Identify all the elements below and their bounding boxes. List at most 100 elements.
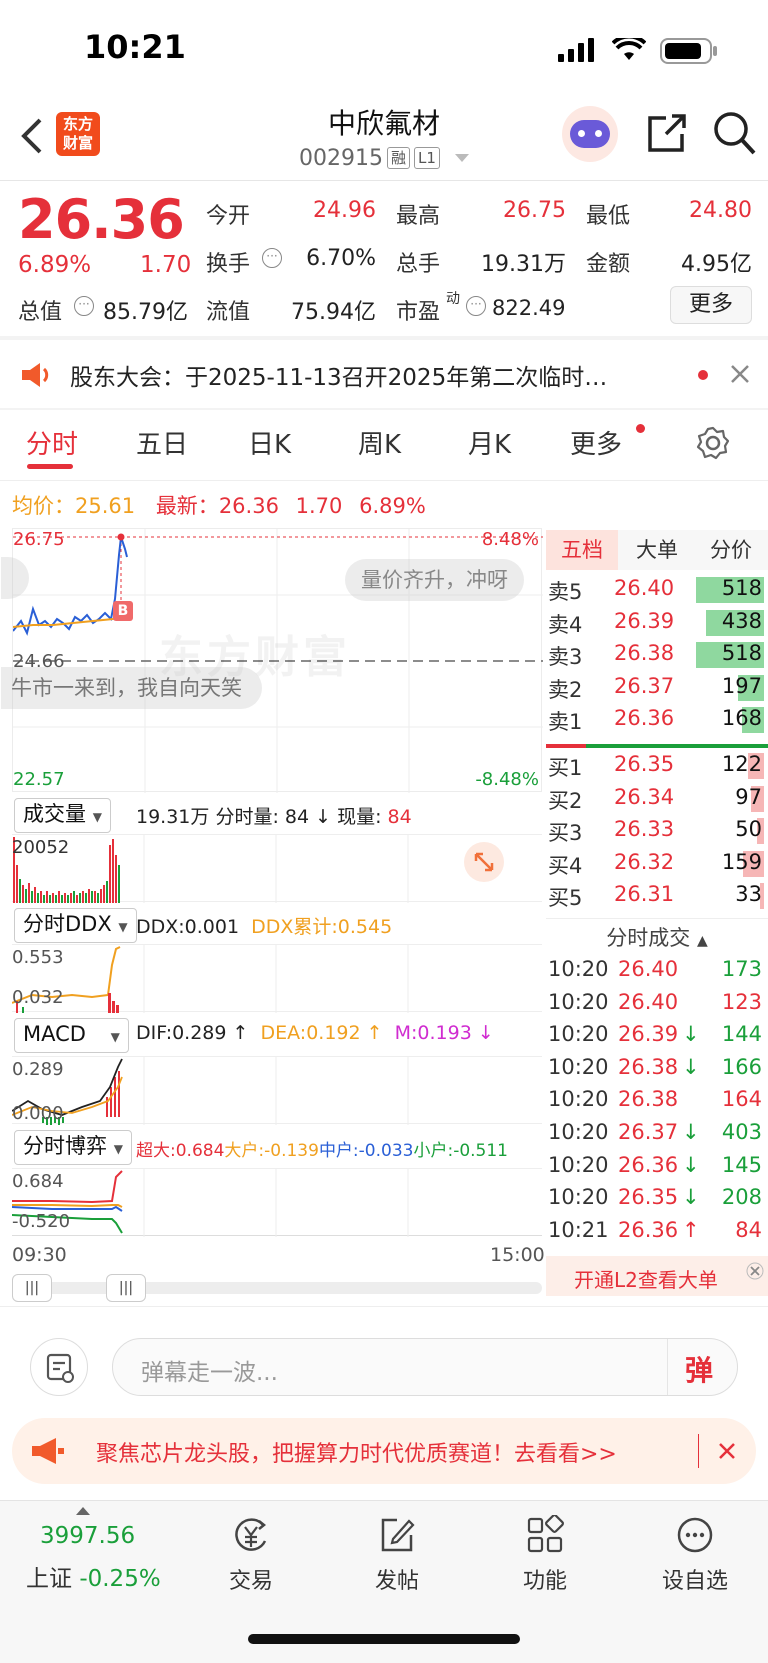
tab-monthly[interactable]: 月K	[468, 424, 511, 461]
grid-icon	[527, 1515, 564, 1553]
bargain-panel: 分时博弈 ▼ 超大:0.684大户:-0.139中户:-0.033小户:-0.5…	[11, 1124, 542, 1237]
trade-row[interactable]: 10:20 26.38 ↓ 166	[546, 1052, 768, 1086]
notice-bar[interactable]: 股东大会：于2025-11-13召开2025年第二次临时…	[0, 340, 768, 408]
ask-row[interactable]: 卖2 26.37 197	[546, 672, 768, 704]
nav-watchlist-label: 设自选	[661, 1569, 728, 1594]
danmu-settings-icon	[46, 1353, 74, 1383]
ask-row[interactable]: 卖1 26.36 168	[546, 704, 768, 736]
trade-row[interactable]: 10:20 26.36 ↓ 145	[546, 1150, 768, 1184]
y-axis-high: 26.75	[13, 529, 65, 550]
more-dots-icon[interactable]: ···	[466, 296, 486, 316]
tab-price-dist[interactable]: 分价	[694, 530, 768, 570]
trade-volume: 144	[721, 1022, 762, 1047]
dropdown-icon	[454, 154, 469, 162]
trade-row[interactable]: 10:20 26.38 164	[546, 1084, 768, 1118]
bid-row[interactable]: 买2 26.34 97	[546, 783, 768, 815]
l2-banner[interactable]: 开通L2查看大单	[546, 1256, 768, 1296]
macd-chart: 0.289 0.000	[11, 1056, 542, 1125]
close-icon[interactable]	[746, 1262, 764, 1280]
volume-select[interactable]: 成交量 ▼	[14, 798, 111, 833]
volume-ymax: 20052	[12, 837, 70, 858]
time-scrollbar[interactable]	[12, 1282, 542, 1294]
last-value: 26.36	[218, 494, 279, 518]
macd-select[interactable]: MACD ▼	[14, 1018, 129, 1053]
pct-axis-low: -8.48%	[475, 769, 539, 790]
more-button[interactable]: 更多	[670, 286, 752, 324]
promo-banner[interactable]: 聚焦芯片龙头股，把握算力时代优质赛道！去看看>>	[12, 1418, 756, 1484]
bid-row[interactable]: 买1 26.35 122	[546, 750, 768, 782]
trade-volume: 164	[721, 1087, 762, 1112]
trade-price: 26.38	[618, 1087, 679, 1112]
stock-code: 002915	[299, 146, 384, 171]
last-price: 26.36	[18, 188, 185, 251]
robot-assistant-icon[interactable]	[562, 106, 618, 162]
bid-row[interactable]: 买3 26.33 50	[546, 815, 768, 847]
scroll-handle-right[interactable]: |||	[106, 1274, 146, 1302]
ddx-select[interactable]: 分时DDX ▼	[14, 908, 137, 943]
tab-daily[interactable]: 日K	[248, 424, 291, 461]
nav-post[interactable]: 发帖	[342, 1515, 452, 1595]
trade-row[interactable]: 10:20 26.40 173	[546, 954, 768, 988]
level-volume: 97	[735, 784, 762, 809]
trade-direction: ↓	[682, 1022, 700, 1047]
nav-watchlist[interactable]: 设自选	[640, 1515, 750, 1595]
last-change: 1.70	[295, 494, 343, 518]
trade-row[interactable]: 10:20 26.35 ↓ 208	[546, 1182, 768, 1216]
tab-intraday[interactable]: 分时	[26, 424, 78, 461]
buy-marker[interactable]: B	[113, 601, 133, 621]
tab-more[interactable]: 更多	[570, 424, 622, 461]
comment-bar: 弹幕走一波... 弹	[0, 1328, 768, 1406]
danmu-list-button[interactable]	[30, 1338, 88, 1396]
low-value: 24.80	[689, 198, 752, 223]
index-row[interactable]: 上证 -0.25%	[26, 1559, 161, 1593]
share-icon[interactable]	[646, 112, 688, 154]
trade-row[interactable]: 10:21 26.36 ↑ 84	[546, 1215, 768, 1249]
amount-label: 金额	[586, 252, 631, 277]
level-label: 卖4	[548, 612, 583, 637]
trade-row[interactable]: 10:20 26.39 ↓ 144	[546, 1019, 768, 1053]
close-icon[interactable]	[718, 1442, 736, 1460]
high-value: 26.75	[503, 198, 566, 223]
bargain-select[interactable]: 分时博弈 ▼	[14, 1130, 132, 1165]
trade-volume: 403	[721, 1120, 762, 1144]
tab-big-orders[interactable]: 大单	[622, 530, 692, 570]
high-label: 最高	[396, 204, 441, 229]
tab-five-day[interactable]: 五日	[136, 424, 188, 461]
index-value[interactable]: 3997.56	[40, 1523, 135, 1549]
turnover-value: 6.70%	[306, 246, 376, 271]
volume-now-label: 现量:	[337, 806, 388, 828]
close-icon[interactable]	[730, 364, 750, 384]
gear-icon[interactable]	[696, 426, 730, 460]
nav-function[interactable]: 功能	[490, 1515, 600, 1595]
search-icon[interactable]	[712, 110, 756, 156]
trade-row[interactable]: 10:20 26.37 ↓ 403	[546, 1117, 768, 1151]
more-dots-icon[interactable]: ···	[262, 248, 282, 268]
turnover-label: 换手	[206, 252, 251, 277]
expand-icon[interactable]	[464, 842, 504, 882]
ask-row[interactable]: 卖5 26.40 518	[546, 574, 768, 606]
trades-header[interactable]: 分时成交 ▲	[546, 922, 768, 952]
danmu-toggle[interactable]: 弹	[685, 1349, 713, 1389]
pct-axis-high: 8.48%	[481, 529, 539, 550]
trade-price: 26.36	[618, 1217, 679, 1242]
comment-input[interactable]: 弹幕走一波... 弹	[112, 1338, 738, 1396]
bid-row[interactable]: 买4 26.32 159	[546, 848, 768, 880]
level-volume: 438	[721, 608, 762, 633]
level-volume: 168	[721, 706, 762, 730]
tab-five-level[interactable]: 五档	[546, 530, 618, 570]
danmu-bubble: 牛市一来到，我自向天笑	[1, 667, 262, 709]
volume-panel: 成交量 ▼ 19.31万 分时量: 84 ↓ 现量: 84 20052	[12, 794, 542, 903]
trade-time: 10:20	[548, 1022, 609, 1047]
scroll-handle-left[interactable]: |||	[12, 1274, 52, 1302]
tab-weekly[interactable]: 周K	[358, 424, 401, 461]
level-price: 26.37	[614, 673, 675, 698]
ask-row[interactable]: 卖4 26.39 438	[546, 607, 768, 639]
trade-row[interactable]: 10:20 26.40 123	[546, 987, 768, 1021]
ask-row[interactable]: 卖3 26.38 518	[546, 639, 768, 671]
bid-row[interactable]: 买5 26.31 33	[546, 880, 768, 912]
price-chart[interactable]: 26.75 24.66 22.57 8.48% -8.48% 东方财富 B 量价…	[1, 528, 543, 793]
more-dots-icon[interactable]: ···	[74, 296, 94, 316]
edit-icon	[381, 1518, 415, 1552]
nav-trade[interactable]: 交易	[196, 1515, 306, 1595]
ddx-select-label: 分时DDX	[23, 912, 112, 936]
